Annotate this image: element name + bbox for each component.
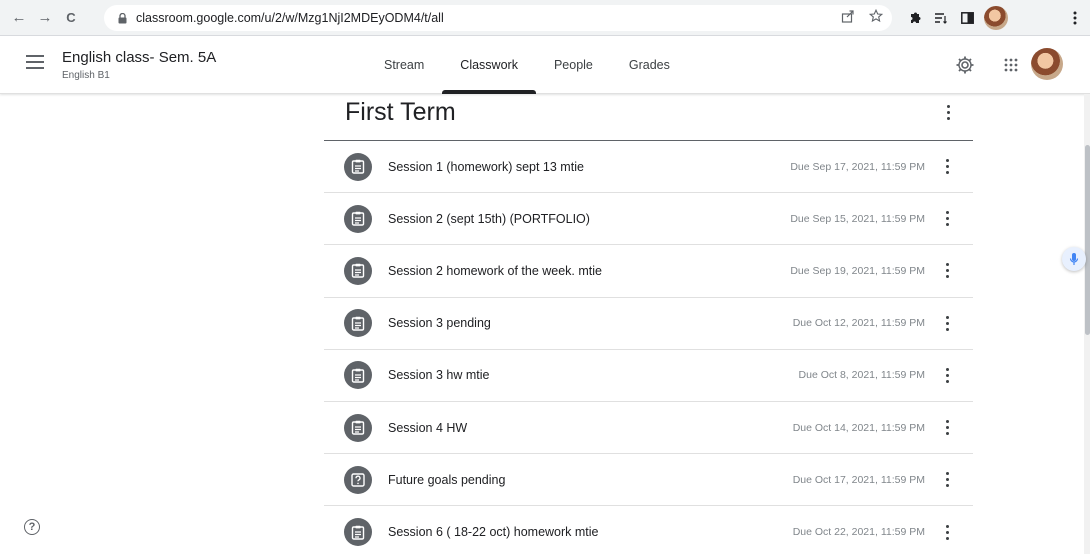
side-panel-icon[interactable] bbox=[956, 7, 978, 29]
assignment-icon bbox=[344, 518, 372, 547]
assignment-icon bbox=[344, 413, 372, 442]
microphone-icon[interactable] bbox=[1062, 247, 1086, 271]
assignment-row[interactable]: Session 1 (homework) sept 13 mtie Due Sep… bbox=[324, 141, 973, 194]
tab-people[interactable]: People bbox=[536, 36, 611, 94]
forward-button[interactable]: → bbox=[34, 7, 56, 29]
profile-avatar[interactable] bbox=[984, 6, 1008, 30]
assignment-icon bbox=[344, 152, 372, 181]
assignment-row[interactable]: Future goals pending Due Oct 17, 2021, 11… bbox=[324, 454, 973, 507]
assignment-list: Session 1 (homework) sept 13 mtie Due Sep… bbox=[324, 141, 973, 559]
reading-list-icon[interactable] bbox=[930, 7, 952, 29]
class-section: English B1 bbox=[62, 70, 110, 81]
account-avatar[interactable] bbox=[1031, 48, 1063, 80]
bookmark-star-icon[interactable] bbox=[868, 8, 884, 26]
assignment-due-date: Due Oct 22, 2021, 11:59 PM bbox=[792, 526, 925, 539]
assignment-row[interactable]: Session 6 ( 18-22 oct) homework mtie Due … bbox=[324, 506, 973, 558]
address-bar[interactable]: classroom.google.com/u/2/w/Mzg1NjI2MDEyO… bbox=[104, 5, 892, 31]
reload-button[interactable]: C bbox=[60, 7, 82, 29]
class-name[interactable]: English class- Sem. 5A bbox=[62, 49, 216, 66]
assignment-title[interactable]: Future goals pending bbox=[388, 473, 505, 487]
assignment-row[interactable]: Session 3 pending Due Oct 12, 2021, 11:59… bbox=[324, 298, 973, 350]
tab-classwork[interactable]: Classwork bbox=[442, 36, 536, 94]
assignment-icon bbox=[344, 361, 372, 390]
assignment-due-date: Due Sep 15, 2021, 11:59 PM bbox=[790, 212, 925, 225]
scrollbar-thumb[interactable] bbox=[1085, 145, 1090, 335]
lock-icon bbox=[116, 12, 128, 24]
classroom-header: English class- Sem. 5A English B1 Stream… bbox=[0, 36, 1090, 94]
help-icon[interactable]: ? bbox=[24, 519, 40, 535]
assignment-due-date: Due Oct 17, 2021, 11:59 PM bbox=[792, 473, 925, 486]
extensions-icon[interactable] bbox=[904, 7, 926, 29]
assignment-row[interactable]: Session 2 homework of the week. mtie Due … bbox=[324, 245, 973, 298]
share-icon[interactable] bbox=[840, 9, 856, 26]
url-text: classroom.google.com/u/2/w/Mzg1NjI2MDEyO… bbox=[136, 11, 444, 25]
assignment-title[interactable]: Session 2 homework of the week. mtie bbox=[388, 264, 602, 278]
assignment-row[interactable]: Session 3 hw mtie Due Oct 8, 2021, 11:59 … bbox=[324, 350, 973, 402]
main-menu-icon[interactable] bbox=[26, 55, 44, 69]
assignment-icon bbox=[344, 309, 372, 338]
assignment-title[interactable]: Session 2 (sept 15th) (PORTFOLIO) bbox=[388, 212, 590, 226]
assignment-due-date: Due Oct 8, 2021, 11:59 PM bbox=[798, 369, 925, 382]
class-tabs: Stream Classwork People Grades bbox=[366, 36, 688, 94]
tab-stream[interactable]: Stream bbox=[366, 36, 442, 94]
assignment-due-date: Due Oct 12, 2021, 11:59 PM bbox=[792, 317, 925, 330]
more-options-icon[interactable] bbox=[941, 313, 953, 333]
more-options-icon[interactable] bbox=[941, 209, 953, 229]
assignment-title[interactable]: Session 3 pending bbox=[388, 316, 491, 330]
assignment-icon bbox=[344, 256, 372, 285]
assignment-due-date: Due Sep 19, 2021, 11:59 PM bbox=[790, 264, 925, 277]
more-options-icon[interactable] bbox=[941, 157, 953, 177]
back-button[interactable]: ← bbox=[8, 7, 30, 29]
topic-title: First Term bbox=[345, 98, 456, 126]
tab-grades[interactable]: Grades bbox=[611, 36, 688, 94]
topic-more-options-icon[interactable] bbox=[938, 100, 958, 124]
assignment-due-date: Due Oct 14, 2021, 11:59 PM bbox=[792, 421, 925, 434]
assignment-title[interactable]: Session 1 (homework) sept 13 mtie bbox=[388, 160, 584, 174]
more-options-icon[interactable] bbox=[941, 418, 953, 438]
assignment-title[interactable]: Session 3 hw mtie bbox=[388, 368, 489, 382]
assignment-due-date: Due Sep 17, 2021, 11:59 PM bbox=[790, 160, 925, 173]
more-options-icon[interactable] bbox=[941, 522, 953, 542]
assignment-row[interactable]: Session 4 HW Due Oct 14, 2021, 11:59 PM bbox=[324, 402, 973, 455]
assignment-row[interactable]: Session 2 (sept 15th) (PORTFOLIO) Due Sep… bbox=[324, 193, 973, 246]
more-options-icon[interactable] bbox=[941, 470, 953, 490]
more-options-icon[interactable] bbox=[941, 261, 953, 281]
question-icon bbox=[344, 465, 372, 494]
more-options-icon[interactable] bbox=[941, 365, 953, 385]
browser-toolbar: ← → C classroom.google.com/u/2/w/Mzg1NjI… bbox=[0, 0, 1090, 36]
assignment-title[interactable]: Session 6 ( 18-22 oct) homework mtie bbox=[388, 525, 599, 539]
assignment-icon bbox=[344, 204, 372, 233]
settings-gear-icon[interactable] bbox=[953, 53, 977, 77]
apps-grid-icon[interactable] bbox=[999, 53, 1023, 77]
browser-menu-icon[interactable] bbox=[1064, 7, 1086, 29]
assignment-title[interactable]: Session 4 HW bbox=[388, 421, 467, 435]
